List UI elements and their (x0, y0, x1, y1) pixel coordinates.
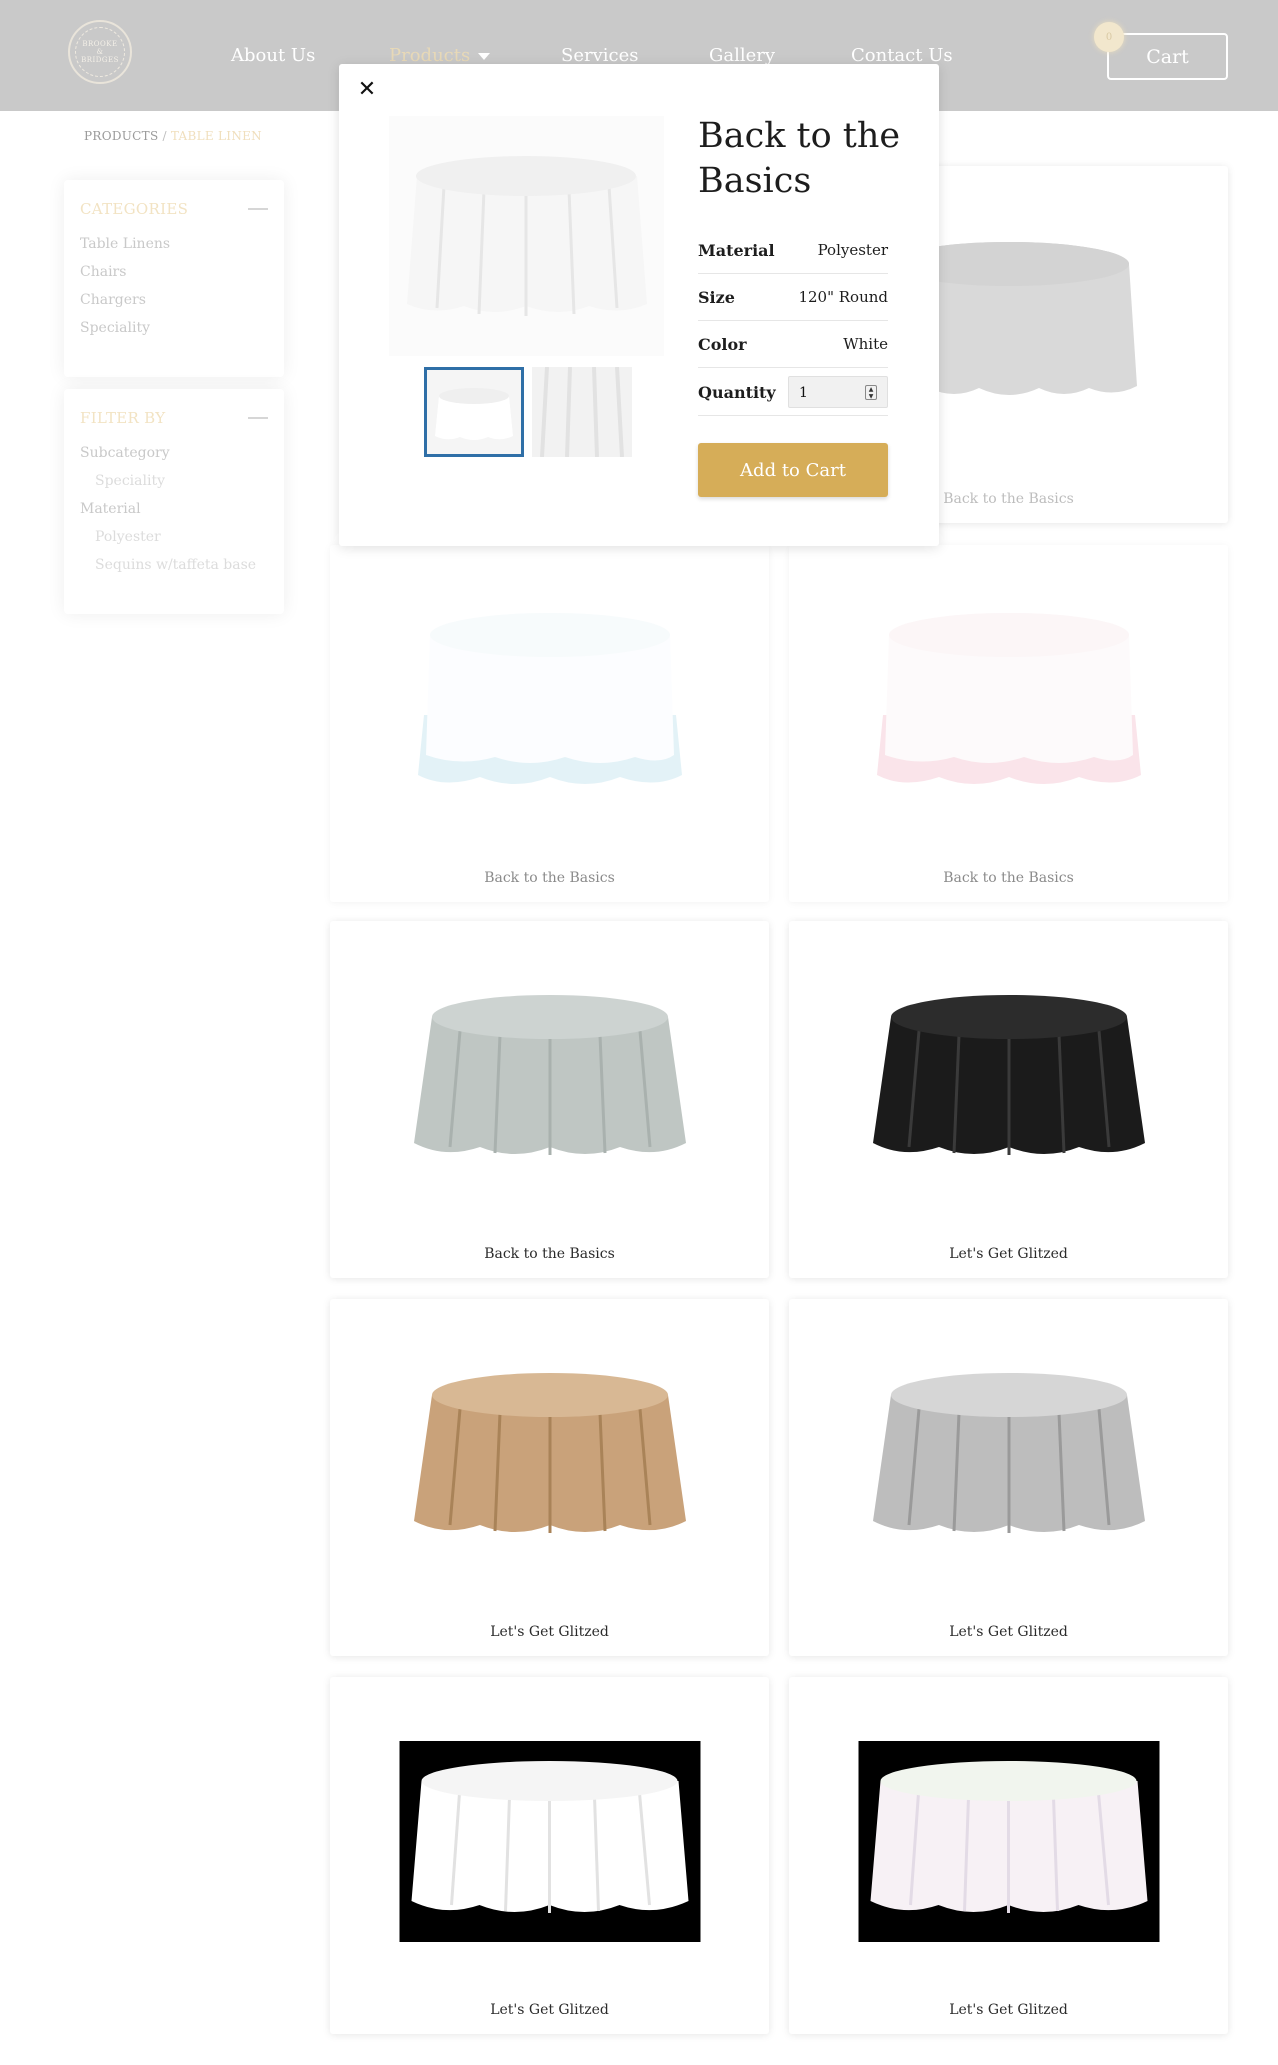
filter-panel: FILTER BY Subcategory Speciality Materia… (64, 389, 284, 614)
product-image (413, 1373, 686, 1533)
nav-contact-us[interactable]: Contact Us (851, 45, 953, 66)
add-to-cart-button[interactable]: Add to Cart (698, 443, 888, 497)
spec-key: Material (698, 240, 775, 260)
thumbnail-2[interactable] (532, 366, 632, 458)
modal-product-title: Back to the Basics (698, 116, 901, 201)
category-chargers[interactable]: Chargers (80, 286, 268, 314)
brand-logo[interactable]: BROOKE & BRIDGES (68, 20, 132, 84)
categories-panel: CATEGORIES Table Linens Chairs Chargers … (64, 180, 284, 377)
filter-option-sequins[interactable]: Sequins w/taffeta base (80, 551, 268, 579)
add-to-cart-label: Add to Cart (740, 459, 846, 481)
product-image (872, 995, 1145, 1155)
product-card[interactable]: Let's Get Glitzed (330, 1299, 769, 1656)
cart-label: Cart (1146, 45, 1189, 68)
product-image (876, 613, 1141, 784)
spec-row-size: Size 120" Round (698, 274, 888, 321)
quantity-value: 1 (799, 385, 808, 401)
product-card[interactable]: Back to the Basics (789, 545, 1228, 902)
product-name: Let's Get Glitzed (490, 2002, 609, 2018)
product-image (417, 613, 682, 784)
breadcrumb-separator: / (162, 129, 167, 143)
cart-button[interactable]: Cart (1107, 33, 1228, 80)
breadcrumb-current: TABLE LINEN (170, 129, 262, 143)
product-card[interactable]: Back to the Basics (330, 921, 769, 1278)
product-name: Back to the Basics (943, 870, 1074, 886)
caret-down-icon (478, 52, 491, 60)
nav-products-label: Products (389, 45, 471, 66)
product-image (399, 1741, 700, 1942)
category-speciality[interactable]: Speciality (80, 314, 268, 342)
spec-row-material: Material Polyester (698, 227, 888, 274)
category-chairs[interactable]: Chairs (80, 258, 268, 286)
filter-option-polyester[interactable]: Polyester (80, 523, 268, 551)
product-image (858, 1741, 1159, 1942)
filter-group-subcategory: Subcategory (80, 445, 170, 461)
thumbnail-1[interactable] (424, 367, 524, 457)
spec-row-color: Color White (698, 321, 888, 368)
product-card[interactable]: Let's Get Glitzed (789, 921, 1228, 1278)
product-card[interactable]: Back to the Basics (330, 545, 769, 902)
spec-value: White (843, 335, 888, 353)
filter-option-speciality[interactable]: Speciality (80, 467, 268, 495)
product-image (872, 1373, 1145, 1533)
product-name: Let's Get Glitzed (949, 1624, 1068, 1640)
spec-row-quantity: Quantity 1 ▲ ▼ (698, 369, 888, 416)
spec-key: Size (698, 287, 735, 307)
product-card[interactable]: Let's Get Glitzed (330, 1677, 769, 2034)
filter-group-material: Material (80, 501, 141, 517)
spec-value: Polyester (817, 241, 888, 259)
product-name: Let's Get Glitzed (949, 1246, 1068, 1262)
product-name: Back to the Basics (484, 870, 615, 886)
cart-count-badge: 0 (1094, 22, 1124, 52)
collapse-minus-icon[interactable] (248, 417, 268, 419)
close-icon[interactable]: ✕ (355, 78, 379, 102)
spec-value: 120" Round (798, 288, 888, 306)
collapse-minus-icon[interactable] (248, 208, 268, 210)
breadcrumb: PRODUCTS / TABLE LINEN (84, 129, 262, 143)
categories-title: CATEGORIES (80, 200, 189, 218)
product-image (413, 995, 686, 1155)
product-name: Back to the Basics (484, 1246, 615, 1262)
product-name: Let's Get Glitzed (490, 1624, 609, 1640)
nav-gallery[interactable]: Gallery (709, 45, 775, 66)
nav-about-us[interactable]: About Us (231, 45, 315, 66)
filter-title: FILTER BY (80, 409, 166, 427)
modal-main-image (389, 116, 664, 356)
breadcrumb-root[interactable]: PRODUCTS (84, 129, 159, 143)
quantity-stepper[interactable]: 1 ▲ ▼ (788, 376, 888, 408)
spec-key: Color (698, 334, 747, 354)
product-quick-view-modal: ✕ Back to the Basics Material Polyester … (339, 64, 939, 546)
product-card[interactable]: Let's Get Glitzed (789, 1677, 1228, 2034)
product-card[interactable]: Let's Get Glitzed (789, 1299, 1228, 1656)
quantity-label: Quantity (698, 382, 776, 402)
category-table-linens[interactable]: Table Linens (80, 230, 268, 258)
nav-products[interactable]: Products (389, 45, 491, 66)
nav-services[interactable]: Services (561, 45, 638, 66)
product-name: Let's Get Glitzed (949, 2002, 1068, 2018)
spinner-icon[interactable]: ▲ ▼ (865, 385, 877, 400)
